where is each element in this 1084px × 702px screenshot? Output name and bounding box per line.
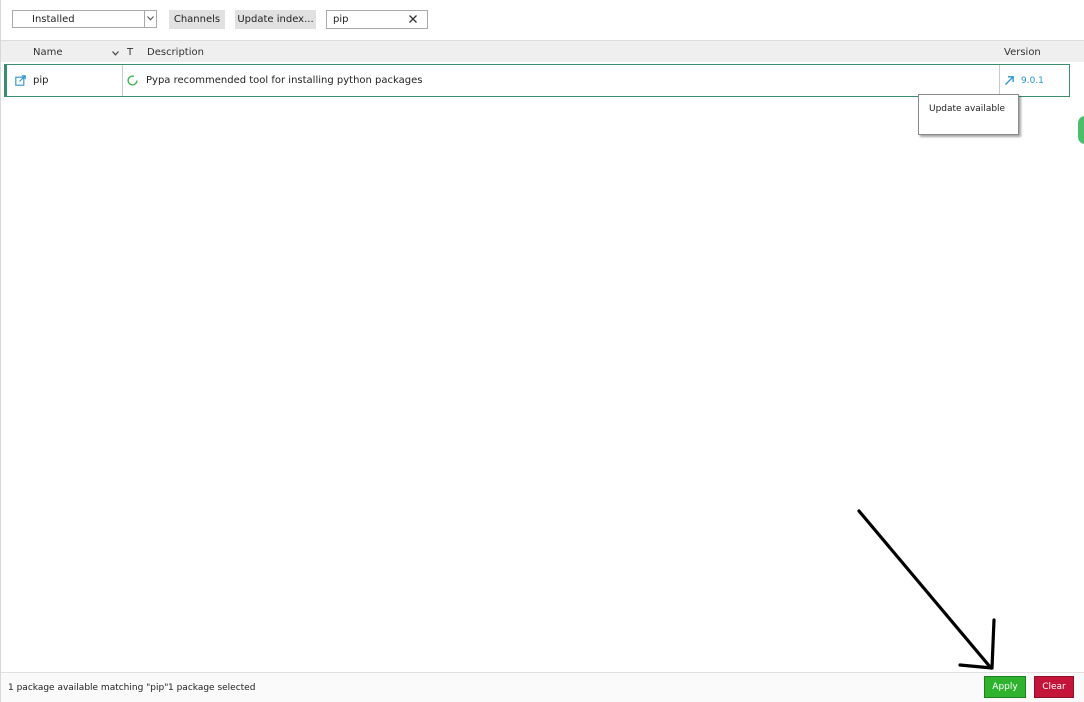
open-in-box-icon[interactable] <box>15 75 26 86</box>
close-icon[interactable] <box>408 14 418 24</box>
update-index-button[interactable]: Update index... <box>235 10 316 29</box>
installed-circle-icon <box>127 75 138 86</box>
column-header-name[interactable]: Name <box>33 47 63 58</box>
clear-button[interactable]: Clear <box>1034 676 1074 698</box>
column-divider <box>999 65 1000 96</box>
package-version[interactable]: 9.0.1 <box>1021 76 1044 86</box>
status-selected-count: 1 package selected <box>168 683 256 693</box>
column-header-type[interactable]: T <box>127 47 133 58</box>
upgrade-arrow-icon[interactable] <box>1004 75 1015 86</box>
search-input[interactable] <box>333 13 403 26</box>
update-tooltip: Update available <box>918 94 1019 135</box>
annotation-arrow-head-right <box>990 618 996 670</box>
table-header: Name T Description Version <box>1 40 1084 62</box>
tooltip-text: Update available <box>929 104 1006 114</box>
table-row[interactable]: pip Pypa recommended tool for installing… <box>4 64 1070 97</box>
toolbar: Installed Channels Update index... <box>1 0 1084 38</box>
status-bar: 1 package available matching "pip" 1 pac… <box>1 672 1084 702</box>
column-divider <box>122 65 123 96</box>
search-box <box>326 10 428 29</box>
filter-select-value: Installed <box>32 14 75 25</box>
status-matching-count: 1 package available matching "pip" <box>8 683 169 693</box>
column-header-version[interactable]: Version <box>1004 47 1041 58</box>
annotation-arrow-shaft <box>857 509 993 670</box>
package-manager: Installed Channels Update index... Name … <box>0 0 1084 702</box>
channels-button[interactable]: Channels <box>169 10 225 29</box>
apply-button[interactable]: Apply <box>984 676 1026 698</box>
chevron-down-icon[interactable] <box>144 11 156 27</box>
package-name: pip <box>33 75 49 86</box>
filter-select[interactable]: Installed <box>12 10 157 28</box>
side-panel-tab[interactable] <box>1078 116 1084 144</box>
annotation-arrow-head-left <box>958 663 994 670</box>
package-description: Pypa recommended tool for installing pyt… <box>146 75 423 86</box>
sort-chevron-icon[interactable] <box>112 48 119 59</box>
column-header-description[interactable]: Description <box>147 47 204 58</box>
